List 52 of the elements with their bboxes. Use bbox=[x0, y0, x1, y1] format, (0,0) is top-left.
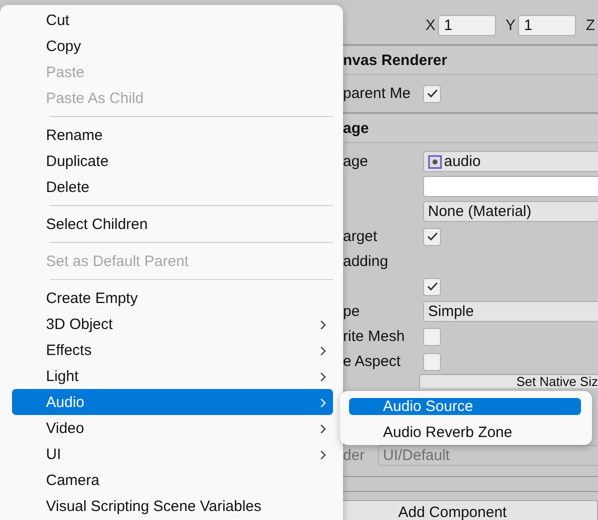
menu-item[interactable]: Camera bbox=[12, 467, 333, 493]
menu-item[interactable]: Light bbox=[12, 363, 333, 389]
menu-item[interactable]: Delete bbox=[12, 174, 333, 200]
menu-item[interactable]: 3D Object bbox=[12, 311, 333, 337]
component-header[interactable]: age bbox=[343, 112, 598, 143]
axis-label: Y bbox=[504, 17, 516, 34]
checkbox[interactable] bbox=[423, 84, 441, 102]
property-label: parent Me bbox=[343, 85, 412, 102]
property-label: age bbox=[343, 153, 370, 170]
component-header[interactable]: nvas Renderer bbox=[343, 44, 598, 75]
object-field[interactable]: audio bbox=[423, 151, 598, 172]
checkmark-icon bbox=[426, 89, 438, 98]
property-label: pe bbox=[343, 303, 361, 320]
chevron-right-icon bbox=[320, 450, 326, 460]
menu-item[interactable]: Rename bbox=[12, 122, 333, 148]
menu-item[interactable]: Effects bbox=[12, 337, 333, 363]
set-native-size-button[interactable]: Set Native Siz bbox=[419, 374, 598, 388]
property-label: adding bbox=[343, 253, 390, 270]
number-field[interactable]: 1 bbox=[438, 15, 496, 36]
chevron-right-icon bbox=[320, 346, 326, 356]
menu-item[interactable]: Visual Scripting Scene Variables bbox=[12, 493, 333, 519]
chevron-right-icon bbox=[320, 424, 326, 434]
axis-label: X bbox=[424, 17, 436, 34]
chevron-right-icon bbox=[320, 398, 326, 408]
menu-item[interactable]: Video bbox=[12, 415, 333, 441]
property-label: rite Mesh bbox=[343, 328, 406, 345]
menu-item[interactable]: Copy bbox=[12, 33, 333, 59]
chevron-right-icon bbox=[320, 320, 326, 330]
checkmark-icon bbox=[426, 232, 438, 241]
sprite-icon bbox=[428, 154, 442, 168]
chevron-right-icon bbox=[320, 372, 326, 382]
number-field[interactable]: 1 bbox=[518, 15, 576, 36]
menu-item[interactable]: Audio bbox=[12, 389, 333, 415]
checkmark-icon bbox=[426, 282, 438, 291]
property-label: e Aspect bbox=[343, 353, 402, 370]
menu-item[interactable]: Audio Reverb Zone bbox=[349, 424, 581, 441]
axis-label: Z bbox=[584, 17, 596, 34]
color-field[interactable] bbox=[423, 176, 598, 197]
dropdown-field[interactable]: Simple bbox=[423, 301, 598, 322]
menu-item[interactable]: UI bbox=[12, 441, 333, 467]
menu-item[interactable]: Create Empty bbox=[12, 285, 333, 311]
menu-item[interactable]: Cut bbox=[12, 7, 333, 33]
property-label: arget bbox=[343, 228, 378, 245]
checkbox[interactable] bbox=[423, 278, 441, 296]
checkbox[interactable] bbox=[423, 352, 441, 370]
menu-item[interactable]: Duplicate bbox=[12, 148, 333, 174]
checkbox[interactable] bbox=[423, 228, 441, 246]
menu-item[interactable]: Select Children bbox=[12, 211, 333, 237]
object-field[interactable]: None (Material) bbox=[423, 201, 598, 222]
menu-item[interactable]: Audio Source bbox=[349, 398, 581, 415]
property-label: der bbox=[343, 447, 366, 464]
checkbox[interactable] bbox=[423, 328, 441, 346]
